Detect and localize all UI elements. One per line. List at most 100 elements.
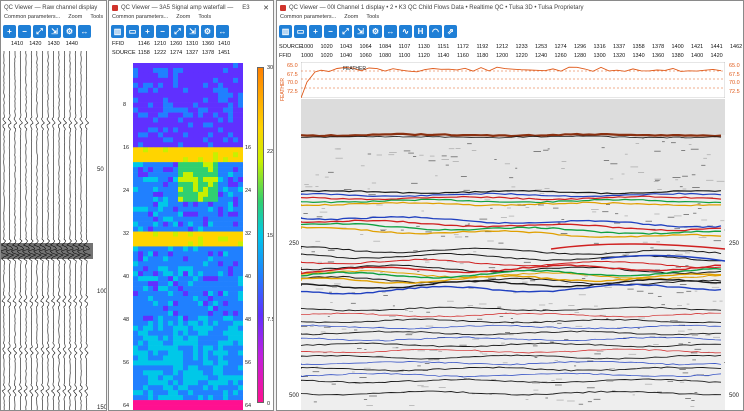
- noise-speck: [479, 218, 488, 220]
- pan-button[interactable]: ↔: [78, 24, 91, 38]
- heatmap-cell: [173, 162, 179, 168]
- heatmap-cell: [203, 152, 209, 158]
- zoom-out-button[interactable]: −: [18, 24, 31, 38]
- menu-tools[interactable]: Tools: [198, 14, 211, 23]
- menu-zoom[interactable]: Zoom: [176, 14, 190, 23]
- zoom-fit-button[interactable]: ⤢: [171, 24, 184, 38]
- heatmap-cell: [173, 82, 179, 89]
- noise-speck: [487, 240, 494, 242]
- export-button[interactable]: ⇗: [444, 24, 457, 38]
- pan-button[interactable]: ↔: [216, 24, 229, 38]
- heatmap-cell: [158, 231, 164, 237]
- zoom-in-button[interactable]: +: [309, 24, 322, 38]
- zoom-out-button[interactable]: −: [156, 24, 169, 38]
- heatmap-cell: [228, 181, 234, 188]
- heatmap-cell: [188, 400, 194, 406]
- heatmap-cell: [163, 201, 169, 208]
- zoom-out-button[interactable]: −: [324, 24, 337, 38]
- heatmap-cell: [173, 340, 179, 346]
- noise-speck: [712, 300, 717, 302]
- heatmap-cell: [198, 291, 204, 297]
- heatmap-cell: [208, 246, 214, 252]
- noise-speck: [584, 275, 588, 277]
- heatmap-cell: [198, 286, 204, 292]
- noise-speck: [697, 203, 701, 205]
- header-button[interactable]: H: [414, 24, 427, 38]
- window-button[interactable]: ▭: [294, 24, 307, 38]
- heatmap-cell: [228, 112, 234, 118]
- chart-button[interactable]: ◠: [429, 24, 442, 38]
- menu-zoom[interactable]: Zoom: [68, 14, 82, 23]
- heatmap-cell: [133, 345, 139, 351]
- heatmap-cell: [178, 330, 184, 336]
- menu-common-parameters[interactable]: Common parameters...: [112, 14, 168, 23]
- heatmap-cell: [203, 117, 209, 123]
- heatmap-cell: [238, 177, 243, 183]
- zoom-in-button[interactable]: +: [3, 24, 16, 38]
- menu-common-parameters[interactable]: Common parameters...: [280, 14, 336, 23]
- noise-speck: [508, 215, 515, 217]
- zoom-fit-button[interactable]: ⤢: [33, 24, 46, 38]
- heatmap-cell: [193, 63, 199, 69]
- settings-button[interactable]: ⚙: [369, 24, 382, 38]
- close-icon[interactable]: ✕: [263, 4, 269, 12]
- menu-tools[interactable]: Tools: [90, 14, 103, 23]
- heatmap-cell: [193, 360, 199, 366]
- menu-zoom[interactable]: Zoom: [344, 14, 358, 23]
- heatmap-cell: [143, 400, 149, 406]
- wave-button[interactable]: ∿: [399, 24, 412, 38]
- heatmap-cell: [213, 196, 219, 203]
- settings-button[interactable]: ⚙: [201, 24, 214, 38]
- heatmap-cell: [193, 355, 199, 361]
- heatmap-cell: [133, 375, 139, 381]
- heatmap-cell: [233, 137, 239, 143]
- noise-speck: [509, 334, 514, 336]
- pan-button[interactable]: ↔: [384, 24, 397, 38]
- heatmap-cell: [138, 132, 144, 138]
- heatmap-cell: [198, 142, 204, 148]
- heatmap-cell: [158, 380, 164, 386]
- heatmap-cell: [133, 112, 139, 118]
- heatmap-cell: [208, 152, 214, 158]
- heatmap-cell: [138, 226, 144, 232]
- feather-plot[interactable]: FEATHER: [301, 62, 725, 98]
- heatmap-cell: [148, 325, 154, 331]
- columns-button[interactable]: ▥: [111, 24, 124, 38]
- heatmap-cell: [238, 221, 243, 227]
- heatmap-cell: [218, 266, 224, 272]
- heatmap-cell: [213, 385, 219, 391]
- heatmap-cell: [138, 320, 144, 327]
- window-button[interactable]: ▭: [126, 24, 139, 38]
- heatmap-cell: [198, 102, 204, 108]
- zoom-in-button[interactable]: +: [141, 24, 154, 38]
- heatmap-cell: [198, 390, 204, 396]
- arrange-button[interactable]: ⇲: [186, 24, 199, 38]
- menu-common-parameters[interactable]: Common parameters...: [4, 14, 60, 23]
- arrange-button[interactable]: ⇲: [48, 24, 61, 38]
- columns-button[interactable]: ▥: [279, 24, 292, 38]
- settings-button[interactable]: ⚙: [63, 24, 76, 38]
- waterfall-heatmap[interactable]: [133, 63, 243, 410]
- axis-tick-label: 72.5: [287, 88, 298, 95]
- noise-speck: [454, 236, 463, 238]
- zoom-fit-button[interactable]: ⤢: [339, 24, 352, 38]
- heatmap-cell: [203, 241, 209, 247]
- heatmap-cell: [188, 117, 194, 123]
- noise-speck: [489, 394, 492, 395]
- noise-speck: [680, 292, 684, 293]
- heatmap-cell: [153, 231, 159, 237]
- heatmap-cell: [133, 162, 139, 168]
- heatmap-cell: [178, 405, 184, 410]
- heatmap-cell: [238, 251, 243, 257]
- heatmap-cell: [238, 181, 243, 188]
- heatmap-cell: [203, 63, 209, 69]
- heatmap-cell: [233, 177, 239, 183]
- wiggle-trace-plot[interactable]: [1, 51, 93, 411]
- heatmap-cell: [183, 112, 189, 118]
- menu-tools[interactable]: Tools: [366, 14, 379, 23]
- heatmap-cell: [178, 236, 184, 242]
- seismic-section[interactable]: [301, 99, 725, 410]
- heatmap-cell: [223, 216, 229, 222]
- heatmap-cell: [188, 221, 194, 227]
- arrange-button[interactable]: ⇲: [354, 24, 367, 38]
